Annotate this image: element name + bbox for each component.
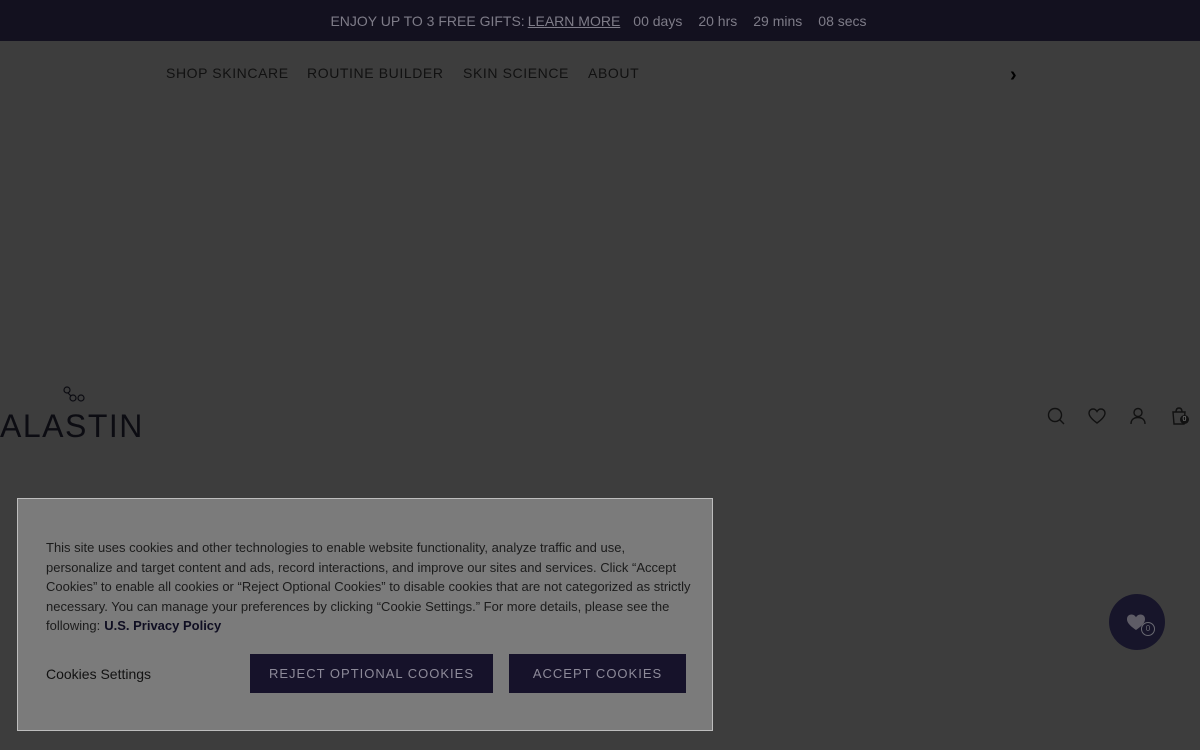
main-nav: SHOP SKINCARE ROUTINE BUILDER SKIN SCIEN… <box>0 41 1200 101</box>
nav-about[interactable]: ABOUT <box>588 65 639 81</box>
countdown-secs: 08 secs <box>818 12 867 29</box>
search-icon[interactable] <box>1046 406 1066 426</box>
countdown-mins: 29 mins <box>753 12 803 29</box>
nav-skin-science[interactable]: SKIN SCIENCE <box>463 65 569 81</box>
cart-button[interactable]: 0 <box>1169 406 1189 426</box>
reject-optional-cookies-button[interactable]: REJECT OPTIONAL COOKIES <box>250 654 493 693</box>
countdown-days: 00 days <box>633 12 683 29</box>
accept-cookies-button[interactable]: ACCEPT COOKIES <box>509 654 686 693</box>
nav-shop-skincare[interactable]: SHOP SKINCARE <box>166 65 289 81</box>
logo-text: ALASTIN <box>0 408 144 444</box>
nav-next-arrow-icon[interactable]: › <box>1010 65 1017 85</box>
promo-text: ENJOY UP TO 3 FREE GIFTS: <box>330 12 525 29</box>
countdown-hrs: 20 hrs <box>698 12 738 29</box>
nav-routine-builder[interactable]: ROUTINE BUILDER <box>307 65 444 81</box>
wishlist-fab-button[interactable]: 0 <box>1109 594 1165 650</box>
cookie-text: This site uses cookies and other technol… <box>46 538 694 636</box>
cookie-settings-button[interactable]: Cookies Settings <box>46 666 151 682</box>
cart-count-badge: 0 <box>1180 415 1189 424</box>
account-icon[interactable] <box>1128 406 1148 426</box>
logo-mark-icon <box>63 386 85 402</box>
promo-bar: ENJOY UP TO 3 FREE GIFTS: LEARN MORE 00 … <box>0 0 1200 41</box>
privacy-policy-link[interactable]: U.S. Privacy Policy <box>104 618 221 633</box>
cookie-banner: This site uses cookies and other technol… <box>17 498 713 731</box>
logo[interactable]: ALASTIN <box>0 386 160 448</box>
wishlist-count-badge: 0 <box>1141 622 1155 636</box>
promo-learn-more-link[interactable]: LEARN MORE <box>528 13 621 29</box>
heart-icon[interactable] <box>1087 406 1107 426</box>
